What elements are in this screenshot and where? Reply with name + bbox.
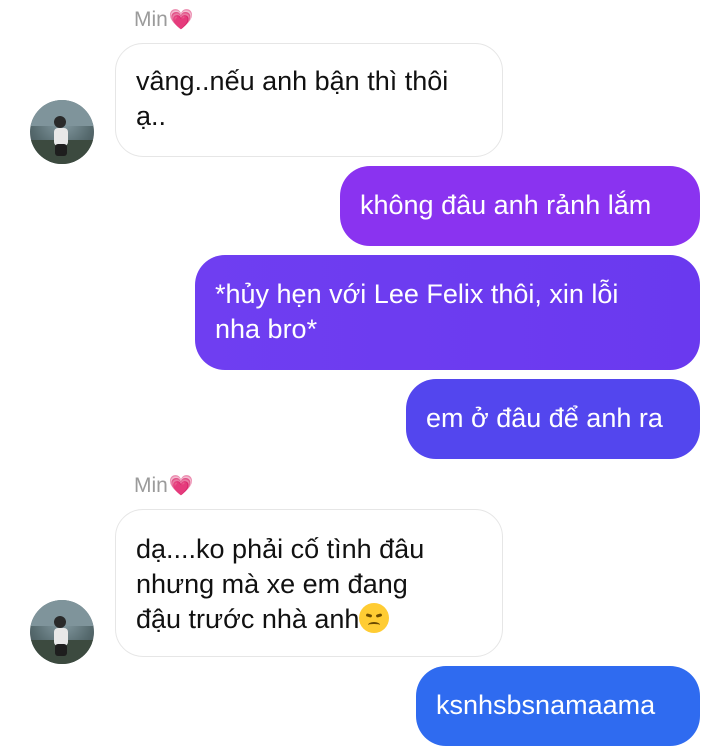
- message-line: không đâu anh rảnh lắm: [360, 190, 652, 220]
- incoming-message[interactable]: vâng..nếu anh bận thì thôi ạ..: [115, 43, 503, 157]
- message-line: nhưng mà xe em đang: [136, 569, 408, 599]
- message-line: đậu trước nhà anh: [136, 604, 360, 634]
- message-line: dạ....ko phải cố tình đâu: [136, 534, 425, 564]
- message-line: em ở đâu để anh ra: [426, 403, 663, 433]
- person-photo-icon: [30, 100, 94, 164]
- message-line: nha bro*: [215, 314, 318, 344]
- sender-label: Min: [134, 474, 168, 497]
- avatar[interactable]: [30, 100, 94, 164]
- message-line-with-emoji: đậu trước nhà anh: [136, 602, 482, 637]
- heart-icon: 💗: [168, 475, 194, 497]
- outgoing-message[interactable]: không đâu anh rảnh lắm: [340, 166, 700, 246]
- message-line: vâng..nếu anh bận thì thôi: [136, 66, 449, 96]
- outgoing-message[interactable]: em ở đâu để anh ra: [406, 379, 700, 459]
- incoming-message[interactable]: dạ....ko phải cố tình đâu nhưng mà xe em…: [115, 509, 503, 657]
- sender-label: Min: [134, 8, 168, 31]
- message-line: ksnhsbsnamaama: [436, 690, 656, 720]
- person-photo-icon: [30, 600, 94, 664]
- sender-name: Min💗: [134, 8, 194, 32]
- sender-name: Min💗: [134, 474, 194, 498]
- message-line: *hủy hẹn với Lee Felix thôi, xin lỗi: [215, 279, 619, 309]
- outgoing-message[interactable]: ksnhsbsnamaama: [416, 666, 700, 746]
- disappointed-face-icon: [359, 603, 390, 633]
- message-line: ạ..: [136, 101, 167, 131]
- avatar[interactable]: [30, 600, 94, 664]
- heart-icon: 💗: [168, 9, 194, 31]
- outgoing-message[interactable]: *hủy hẹn với Lee Felix thôi, xin lỗi nha…: [195, 255, 700, 370]
